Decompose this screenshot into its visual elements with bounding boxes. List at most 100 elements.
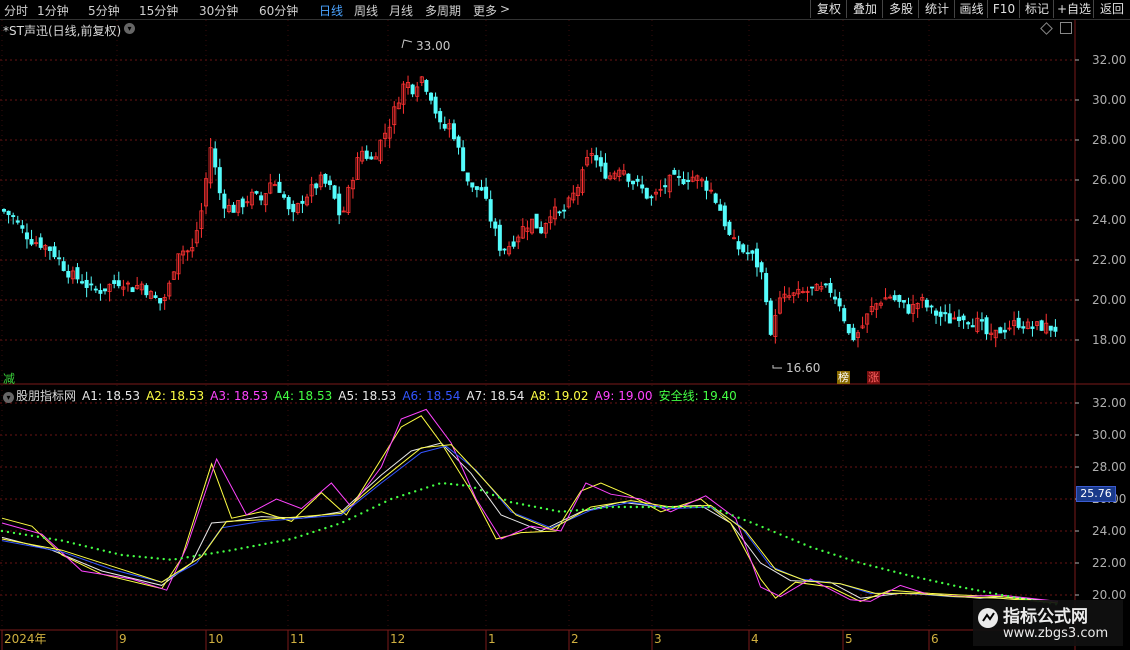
candlestick <box>11 212 16 225</box>
candlestick <box>819 281 824 292</box>
candlestick <box>424 78 429 95</box>
candlestick <box>814 283 819 291</box>
candlestick <box>534 213 539 229</box>
candlestick <box>226 198 231 214</box>
candlestick <box>332 184 337 200</box>
candlestick <box>750 249 755 261</box>
candlestick <box>598 150 603 172</box>
candlestick <box>1002 322 1007 339</box>
candlestick <box>84 271 89 298</box>
candlestick <box>387 118 392 149</box>
candlestick <box>47 246 52 260</box>
candlestick <box>438 107 443 130</box>
candlestick <box>121 279 126 297</box>
candlestick <box>883 288 888 300</box>
x-tick-label: 1 <box>488 632 496 646</box>
candlestick <box>93 285 98 293</box>
candlestick <box>484 177 489 201</box>
candlestick <box>259 191 264 206</box>
candlestick <box>621 163 626 176</box>
candlestick <box>350 177 355 199</box>
logo-icon <box>978 608 998 628</box>
candlestick <box>626 173 631 188</box>
y-tick-label: 24.00 <box>1092 213 1126 227</box>
candlestick <box>585 149 590 168</box>
x-tick-label: 9 <box>119 632 127 646</box>
candlestick <box>796 281 801 299</box>
candlestick <box>658 180 663 197</box>
x-tick-label: 2024年 <box>4 632 47 646</box>
candlestick <box>410 83 415 98</box>
candlestick <box>924 297 929 312</box>
candlestick <box>456 134 461 155</box>
main-chart-title: *ST声迅(日线,前复权) <box>3 24 122 38</box>
candlestick <box>305 193 310 207</box>
candlestick <box>989 323 994 341</box>
y-tick-label: 26.00 <box>1092 173 1126 187</box>
maximize-icon[interactable] <box>1060 22 1072 34</box>
rise-badge[interactable]: 涨 <box>867 371 880 384</box>
safety-line <box>0 482 1058 606</box>
watermark-title: 指标公式网 <box>1003 607 1088 627</box>
candlestick <box>222 189 227 219</box>
candlestick <box>906 297 911 315</box>
candlestick <box>103 288 108 295</box>
candlestick <box>860 316 865 330</box>
candlestick <box>6 210 11 224</box>
y-tick-label: 30.00 <box>1092 93 1126 107</box>
high-annotation: 33.00 <box>401 39 450 53</box>
candlestick <box>447 119 452 138</box>
grid-lines <box>0 20 1075 630</box>
candlestick <box>667 174 672 199</box>
candlestick <box>1030 321 1035 337</box>
candlestick <box>497 219 502 257</box>
candlestick <box>295 202 300 215</box>
candlestick <box>580 166 585 196</box>
candlestick <box>557 210 562 216</box>
candlestick <box>663 178 668 194</box>
indicator-line-A6 <box>1 445 1059 604</box>
candlestick <box>966 321 971 330</box>
candlestick <box>920 293 925 309</box>
candlestick <box>851 323 856 342</box>
candlestick <box>291 200 296 222</box>
indicator-value-3: A4: 18.53 <box>274 389 333 403</box>
candlestick <box>488 190 493 229</box>
y-tick-label: 30.00 <box>1092 428 1126 442</box>
indicator-value-4: A5: 18.53 <box>338 389 397 403</box>
candlestick <box>777 291 782 315</box>
candlestick <box>773 309 778 344</box>
candlestick <box>98 283 103 301</box>
x-tick-label: 6 <box>931 632 939 646</box>
candlestick <box>29 229 34 247</box>
candlestick-series <box>1 75 1058 348</box>
candlestick <box>272 180 277 187</box>
indicator-value-8: A9: 19.00 <box>594 389 653 403</box>
indicator-line-A2 <box>1 415 1059 604</box>
chevron-down-icon[interactable]: ▾ <box>124 23 135 34</box>
candlestick <box>286 195 291 216</box>
chart-canvas[interactable]: 32.00 30.00 28.00 26.00 24.00 22.00 20.00 18.00… <box>0 0 1130 650</box>
indicator-name: 股朋指标网 <box>16 389 77 403</box>
candlestick <box>245 195 250 207</box>
candlestick <box>842 304 847 324</box>
candlestick <box>934 308 939 324</box>
y-tick-label: 32.00 <box>1092 396 1126 410</box>
candlestick <box>268 173 273 195</box>
candlestick <box>562 204 567 219</box>
chevron-down-icon[interactable]: ▾ <box>3 392 14 403</box>
candlestick <box>589 147 594 164</box>
main-y-axis: 32.00 30.00 28.00 26.00 24.00 22.00 20.00 18.00 <box>1075 53 1126 347</box>
candlestick <box>282 191 287 200</box>
x-tick-label: 5 <box>845 632 853 646</box>
candlestick <box>355 152 360 180</box>
x-tick-label: 2 <box>571 632 579 646</box>
candlestick <box>552 198 557 226</box>
y-tick-label: 28.00 <box>1092 133 1126 147</box>
candlestick <box>318 171 323 191</box>
candlestick <box>20 220 25 234</box>
leaderboard-badge[interactable]: 榜 <box>837 371 850 384</box>
candlestick <box>263 193 268 213</box>
indicator-value-2: A3: 18.53 <box>210 389 269 403</box>
x-tick-label: 10 <box>208 632 223 646</box>
